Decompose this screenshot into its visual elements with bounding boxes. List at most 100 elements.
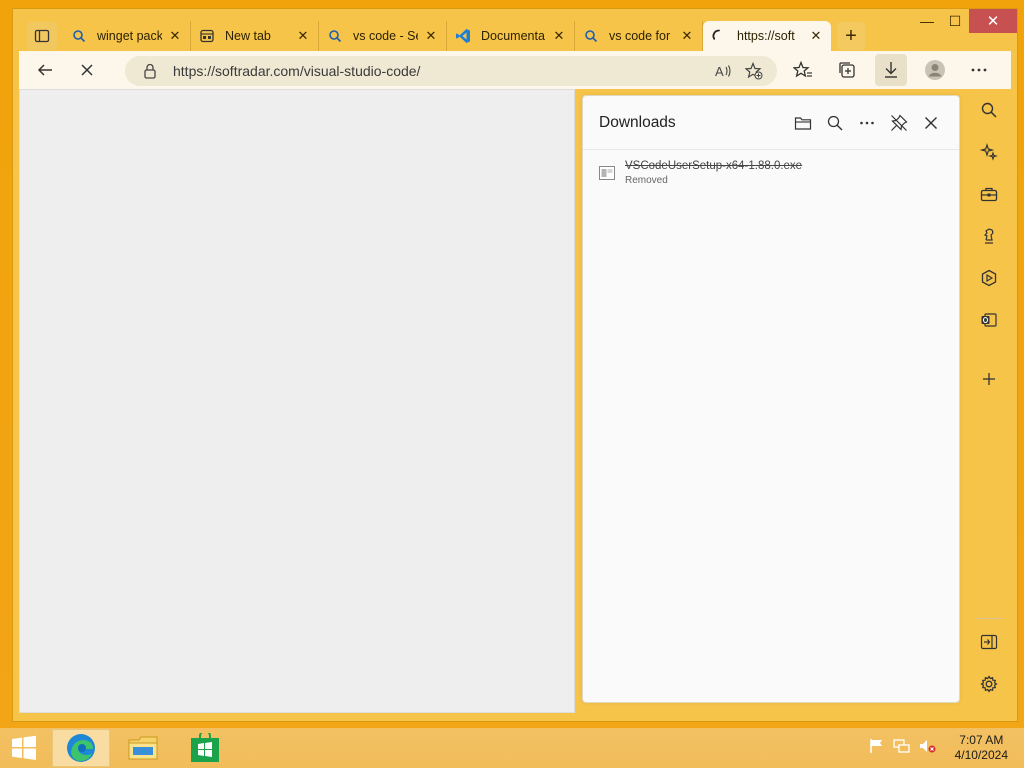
search-icon xyxy=(327,28,343,44)
clock[interactable]: 7:07 AM 4/10/2024 xyxy=(955,733,1008,763)
minimize-button[interactable]: — xyxy=(913,9,941,33)
unpin-icon xyxy=(891,113,908,131)
browser-toolbar: https://softradar.com/visual-studio-code… xyxy=(19,51,1011,89)
tab-softradar[interactable]: https://soft ✕ xyxy=(703,21,831,51)
outlook-icon xyxy=(981,313,997,327)
add-favorite-button[interactable] xyxy=(739,57,769,85)
file-icon xyxy=(599,166,617,182)
taskbar-edge[interactable] xyxy=(52,729,110,767)
close-window-button[interactable]: ✕ xyxy=(969,9,1017,33)
search-icon xyxy=(583,28,599,44)
tab-title: https://soft xyxy=(737,29,795,43)
clock-time: 7:07 AM xyxy=(959,733,1004,747)
search-downloads-button[interactable] xyxy=(823,111,847,135)
close-tab-icon[interactable]: ✕ xyxy=(296,28,310,44)
browser-window: — ☐ ✕ winget pack ✕ New tab ✕ vs code - … xyxy=(12,8,1018,722)
more-icon xyxy=(860,121,874,124)
tab-winget[interactable]: winget pack ✕ xyxy=(63,21,191,51)
downloads-more-button[interactable] xyxy=(855,111,879,135)
taskbar: 7:07 AM 4/10/2024 xyxy=(0,728,1024,768)
avatar-icon xyxy=(925,60,945,80)
close-tab-icon[interactable]: ✕ xyxy=(168,28,182,44)
sidebar-office-button[interactable] xyxy=(974,263,1004,293)
tab-vs-code-for[interactable]: vs code for ✕ xyxy=(575,21,703,51)
system-tray: 7:07 AM 4/10/2024 xyxy=(869,728,1008,768)
chess-piece-icon xyxy=(983,228,994,244)
office-icon xyxy=(981,269,997,287)
caption-buttons: — ☐ ✕ xyxy=(913,9,1017,33)
sidebar-hide-button[interactable] xyxy=(974,627,1004,657)
action-center-flag-icon[interactable] xyxy=(869,738,885,759)
read-aloud-button[interactable]: A xyxy=(709,57,739,85)
sparkle-icon xyxy=(980,143,998,161)
vscode-icon xyxy=(455,28,471,44)
collapse-sidebar-icon xyxy=(980,634,998,650)
sidebar-settings-button[interactable] xyxy=(974,669,1004,699)
gear-icon xyxy=(980,675,998,693)
tab-actions-button[interactable] xyxy=(27,22,57,50)
downloads-button[interactable] xyxy=(875,54,907,86)
sidebar-divider xyxy=(975,618,1003,619)
download-filename[interactable]: VSCodeUserSetup-x64-1.88.0.exe xyxy=(625,160,802,172)
taskbar-store[interactable] xyxy=(176,729,234,767)
back-button[interactable] xyxy=(29,54,61,86)
downloads-title: Downloads xyxy=(599,113,676,131)
tab-vs-code-search[interactable]: vs code - Se ✕ xyxy=(319,21,447,51)
favorites-icon xyxy=(793,61,812,78)
stop-loading-button[interactable] xyxy=(71,54,103,86)
close-tab-icon[interactable]: ✕ xyxy=(552,28,566,44)
tab-new-tab[interactable]: New tab ✕ xyxy=(191,21,319,51)
tab-title: Documenta xyxy=(481,29,545,43)
back-arrow-icon xyxy=(37,64,52,76)
sidebar-discover-button[interactable] xyxy=(974,137,1004,167)
new-tab-button[interactable]: + xyxy=(837,22,865,50)
close-downloads-button[interactable] xyxy=(919,111,943,135)
download-icon xyxy=(885,62,897,78)
page-content xyxy=(19,89,575,713)
downloads-panel: Downloads VSCodeUserSetup-x64-1.88.0.exe… xyxy=(582,95,960,703)
search-icon xyxy=(827,115,843,130)
newtab-icon xyxy=(199,28,215,44)
favorites-button[interactable] xyxy=(787,54,819,86)
sidebar-tools-button[interactable] xyxy=(974,179,1004,209)
clock-date: 4/10/2024 xyxy=(954,748,1008,762)
open-folder-button[interactable] xyxy=(791,111,815,135)
volume-muted-icon[interactable] xyxy=(919,738,937,759)
folder-icon xyxy=(128,736,158,760)
tab-documentation[interactable]: Documenta ✕ xyxy=(447,21,575,51)
lock-icon[interactable] xyxy=(141,63,159,79)
close-icon xyxy=(81,64,93,76)
sidebar-games-button[interactable] xyxy=(974,221,1004,251)
sidebar-add-button[interactable] xyxy=(974,364,1004,394)
sidebar-search-button[interactable] xyxy=(974,95,1004,125)
taskbar-file-explorer[interactable] xyxy=(114,729,172,767)
start-button[interactable] xyxy=(0,728,48,768)
store-icon xyxy=(191,733,219,762)
address-bar[interactable]: https://softradar.com/visual-studio-code… xyxy=(125,56,777,86)
unpin-button[interactable] xyxy=(887,111,911,135)
svg-text:A: A xyxy=(715,64,724,79)
url-text[interactable]: https://softradar.com/visual-studio-code… xyxy=(173,63,709,79)
downloads-header: Downloads xyxy=(583,96,959,150)
plus-icon xyxy=(983,373,995,385)
star-add-icon xyxy=(745,62,763,80)
close-tab-icon[interactable]: ✕ xyxy=(809,28,823,44)
toolbar-right xyxy=(787,54,995,86)
windows-logo-icon xyxy=(12,735,36,760)
close-icon xyxy=(925,116,937,129)
sidebar-outlook-button[interactable] xyxy=(974,305,1004,335)
toolbox-icon xyxy=(980,187,998,202)
profile-button[interactable] xyxy=(919,54,951,86)
tab-title: vs code - Se xyxy=(353,29,418,43)
folder-icon xyxy=(794,116,812,130)
settings-more-button[interactable] xyxy=(963,54,995,86)
read-aloud-icon: A xyxy=(715,64,731,79)
close-tab-icon[interactable]: ✕ xyxy=(424,28,438,44)
maximize-button[interactable]: ☐ xyxy=(941,9,969,33)
tab-title: winget pack xyxy=(97,29,162,43)
collections-button[interactable] xyxy=(831,54,863,86)
close-tab-icon[interactable]: ✕ xyxy=(680,28,694,44)
download-item[interactable]: VSCodeUserSetup-x64-1.88.0.exe Removed xyxy=(583,150,959,196)
more-icon xyxy=(971,68,987,72)
network-icon[interactable] xyxy=(892,738,911,759)
